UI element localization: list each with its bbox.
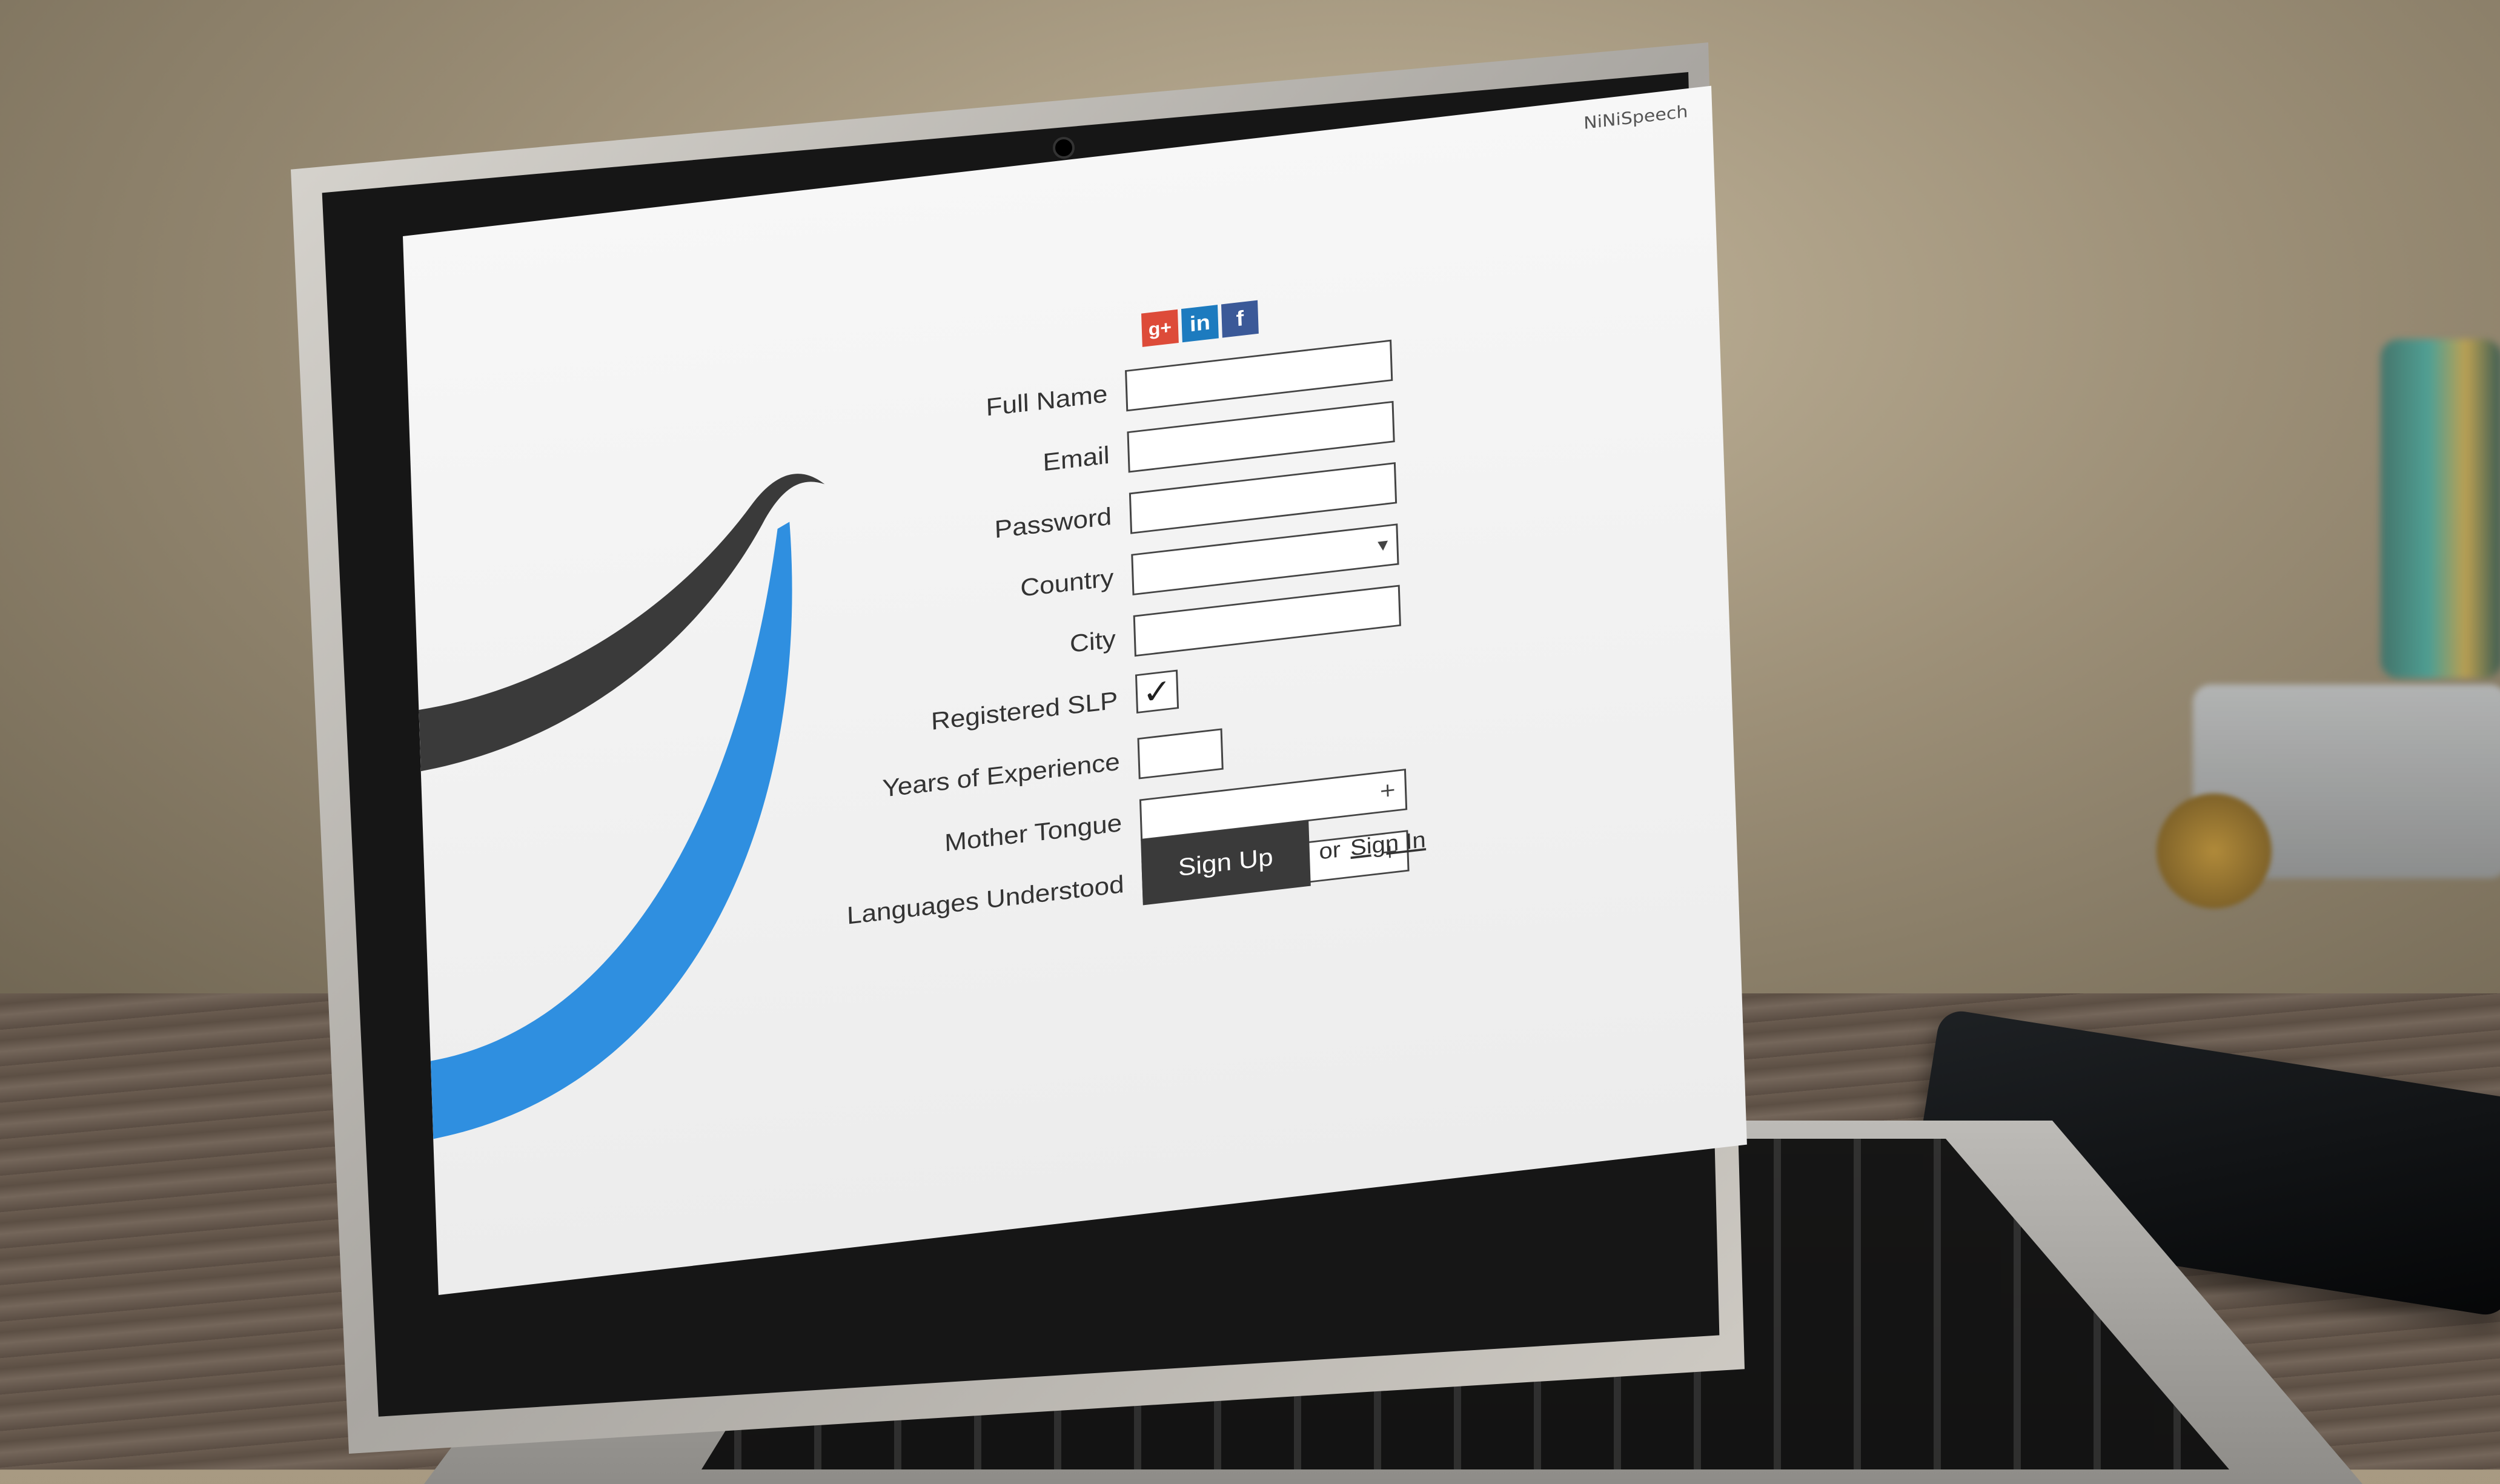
- city-label: City: [1069, 625, 1116, 658]
- registered-slp-label: Registered SLP: [930, 686, 1119, 736]
- country-label: Country: [1020, 564, 1115, 602]
- google-plus-icon[interactable]: g+: [1141, 309, 1179, 347]
- password-label: Password: [994, 502, 1112, 544]
- full-name-label: Full Name: [985, 380, 1108, 422]
- languages-understood-label: Languages Understood: [846, 870, 1125, 930]
- decorative-bottle: [2381, 339, 2500, 678]
- email-label: Email: [1042, 441, 1110, 477]
- linkedin-icon[interactable]: in: [1181, 305, 1219, 343]
- or-text: or: [1318, 836, 1341, 864]
- dropdown-arrow-icon: ▾: [1377, 533, 1388, 557]
- years-experience-label: Years of Experience: [881, 747, 1121, 803]
- registered-slp-checkbox[interactable]: ✓: [1135, 669, 1179, 714]
- facebook-icon[interactable]: f: [1221, 300, 1259, 338]
- decorative-wheel: [2157, 793, 2272, 909]
- webcam: [1053, 137, 1075, 159]
- signup-page: NiNiSpeech g+ in f Full Name Email Passw…: [403, 85, 1747, 1296]
- years-experience-input[interactable]: [1137, 728, 1224, 780]
- mother-tongue-label: Mother Tongue: [944, 809, 1122, 857]
- sign-in-link[interactable]: Sign In: [1350, 827, 1426, 861]
- plus-icon[interactable]: +: [1379, 778, 1397, 803]
- signup-form: Full Name Email Password Country ▾ City …: [410, 297, 1719, 930]
- brand-name: NiNiSpeech: [1583, 102, 1688, 134]
- social-login-group: g+ in f: [1141, 300, 1259, 347]
